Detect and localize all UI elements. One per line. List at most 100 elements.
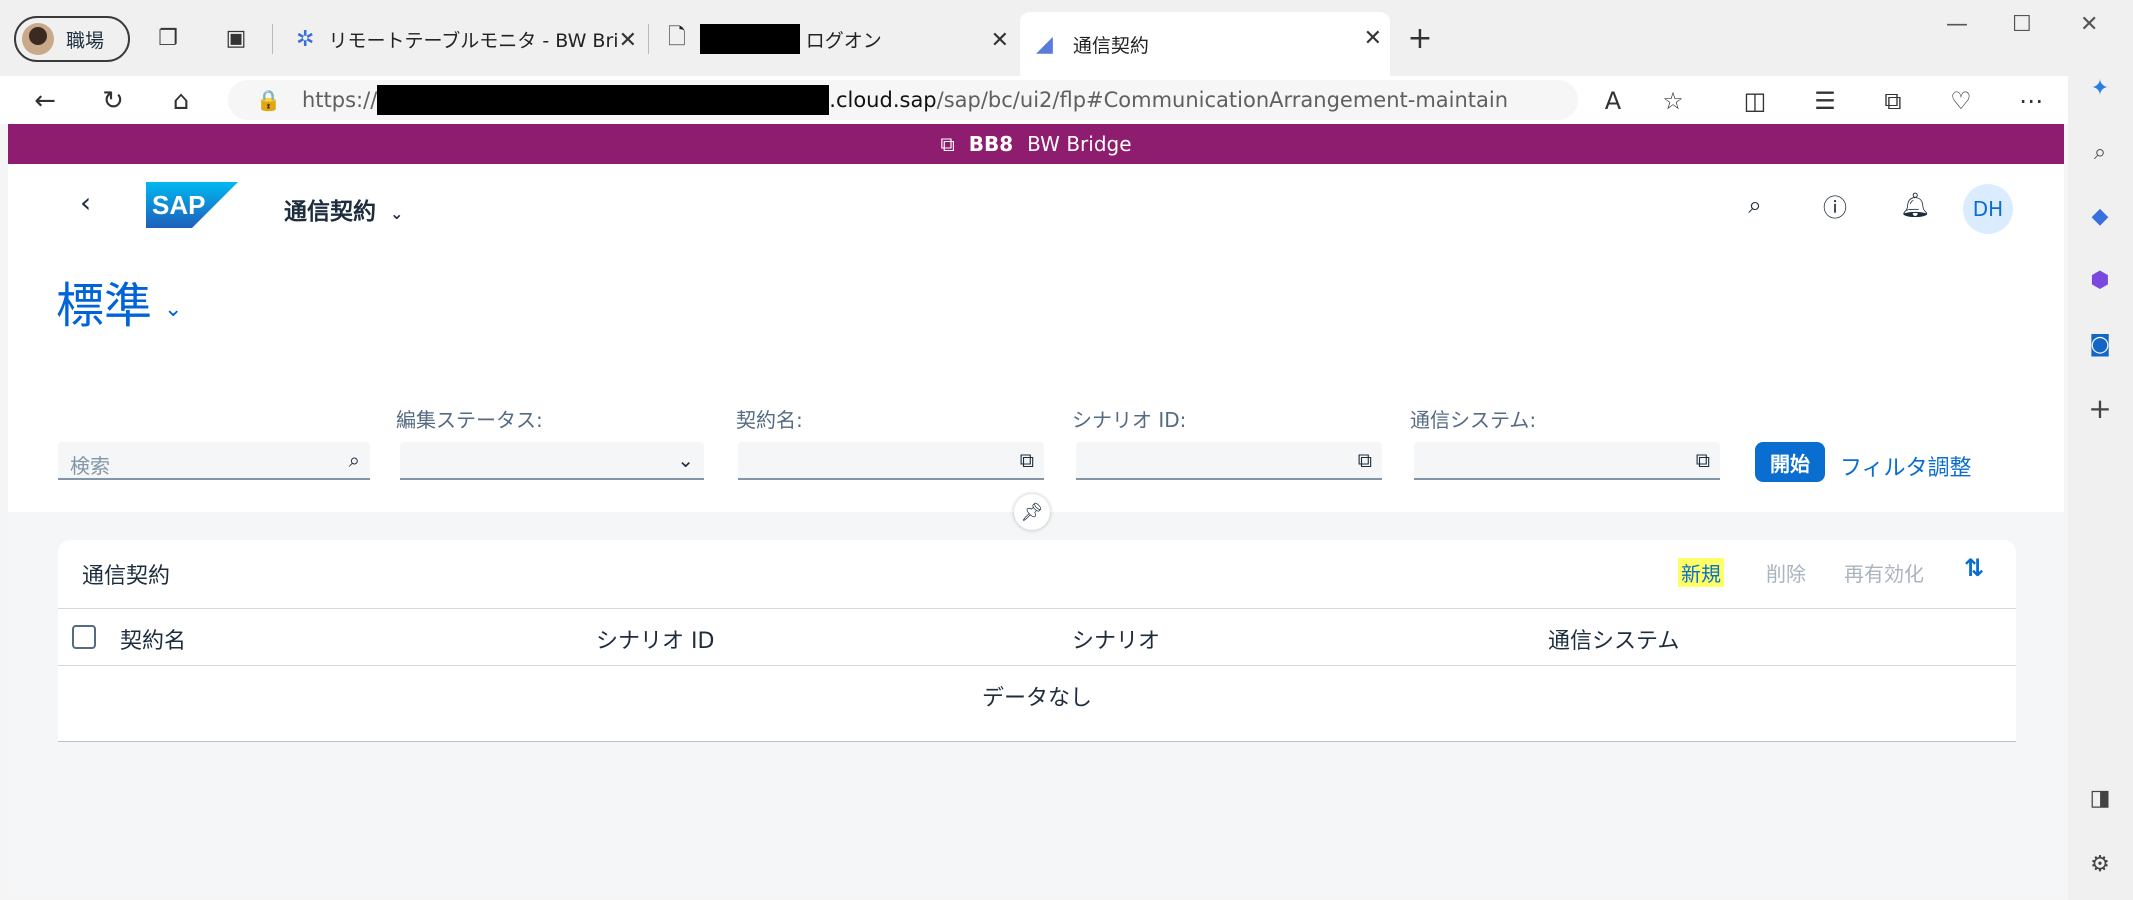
vertical-tabs-icon[interactable]: ▣ [220, 22, 252, 54]
add-sidebar-app-icon[interactable]: + [2084, 392, 2116, 425]
reactivate-button[interactable]: 再有効化 [1844, 558, 1924, 587]
help-icon[interactable]: ⓘ [1818, 188, 1852, 222]
tab-communication-arrangement[interactable]: ◢ 通信契約 ✕ [1020, 12, 1390, 76]
column-header[interactable]: シナリオ [1072, 623, 1160, 655]
search-icon[interactable]: ⌕ [1738, 188, 1772, 222]
collections-icon[interactable]: ⧉ [1876, 84, 1910, 118]
edge-sidebar: ✦ ⌕ ◆ ⬢ ◙ + ◨ ⚙ [2068, 76, 2133, 900]
tab-label: リモートテーブルモニタ - BW Bridge (S [328, 29, 619, 52]
shell-bar: ‹ SAP 通信契約 ⌄ ⌕ ⓘ 🔔︎ DH [8, 164, 2064, 246]
read-aloud-icon[interactable]: A [1596, 84, 1630, 118]
tab-separator [648, 24, 649, 54]
workspaces-icon[interactable]: ❐ [152, 22, 184, 54]
refresh-icon[interactable]: ↻ [96, 84, 130, 118]
arrangement-name-label: 契約名: [736, 408, 803, 432]
minimize-icon[interactable]: — [1946, 12, 1968, 37]
search-input[interactable]: 検索 ⌕ [58, 442, 370, 480]
favorites-list-icon[interactable]: ☰ [1808, 84, 1842, 118]
no-data-text: データなし [981, 686, 1092, 711]
comm-system-label: 通信システム: [1410, 408, 1537, 432]
tab-label: 通信契約 [1072, 34, 1149, 57]
chevron-down-icon: ⌄ [390, 204, 404, 223]
maximize-icon[interactable]: ☐ [2012, 12, 2032, 37]
sidebar-search-icon[interactable]: ⌕ [2084, 136, 2116, 168]
user-avatar[interactable]: DH [1963, 184, 2013, 234]
value-help-icon[interactable]: ⧉ [1358, 448, 1372, 472]
system-icon: ⧉ [940, 132, 955, 156]
more-icon[interactable]: ⋯ [2014, 84, 2048, 118]
adapt-filters-link[interactable]: フィルタ調整 [1840, 450, 1972, 482]
close-icon[interactable]: ✕ [991, 28, 1009, 53]
profile-label: 職場 [66, 29, 105, 52]
chevron-down-icon: ⌄ [677, 448, 694, 472]
edit-status-select[interactable]: ⌄ [400, 442, 704, 480]
go-button[interactable]: 開始 [1755, 442, 1825, 482]
tab-remote-table-monitor[interactable]: ✲ リモートテーブルモニタ - BW Bridge (S ✕ [280, 14, 645, 64]
back-arrow-icon[interactable]: ← [28, 84, 62, 118]
select-all-checkbox[interactable] [72, 625, 96, 649]
close-icon[interactable]: ✕ [619, 28, 637, 53]
address-bar[interactable]: 🔒 https:// .cloud.sap /sap/bc/ui2/flp#Co… [228, 80, 1578, 120]
back-icon[interactable]: ‹ [80, 186, 91, 219]
variant-name: 標準 [56, 278, 153, 334]
favorite-icon[interactable]: ☆ [1656, 84, 1690, 118]
delete-button[interactable]: 削除 [1766, 558, 1806, 587]
microsoft365-icon[interactable]: ⬢ [2084, 264, 2116, 296]
app-favicon-icon: ◢ [1036, 31, 1053, 57]
value-help-icon[interactable]: ⧉ [1696, 448, 1710, 472]
shopping-icon[interactable]: ◆ [2084, 200, 2116, 232]
app-title-menu[interactable]: 通信契約 ⌄ [284, 192, 403, 226]
profile-avatar [22, 23, 54, 55]
tab-separator [272, 24, 273, 54]
split-screen-icon[interactable]: ◫ [1738, 84, 1772, 118]
tab-bar: 職場 ❐ ▣ ✲ リモートテーブルモニタ - BW Bridge (S ✕ 🗋 … [0, 0, 2133, 76]
hide-sidebar-icon[interactable]: ◨ [2084, 782, 2116, 814]
url-prefix: https:// [302, 88, 378, 112]
close-icon[interactable]: ✕ [1364, 26, 1382, 51]
app-title: 通信契約 [284, 199, 376, 225]
variant-selector[interactable]: 標準 ⌄ [56, 266, 182, 336]
arrangements-table: 通信契約 新規 削除 再有効化 ⇅ 契約名 シナリオ ID シナリオ 通信システ… [58, 540, 2016, 742]
bell-icon[interactable]: 🔔︎ [1898, 188, 1932, 222]
column-header[interactable]: シナリオ ID [596, 623, 714, 655]
tab-label: ログオン [805, 29, 882, 52]
svg-text:SAP: SAP [152, 190, 205, 220]
sort-icon[interactable]: ⇅ [1964, 554, 1984, 582]
page-icon: 🗋 [668, 25, 686, 50]
url-path: /sap/bc/ui2/flp#CommunicationArrangement… [936, 88, 1509, 112]
column-header[interactable]: 契約名 [120, 623, 186, 655]
lock-icon: 🔒 [256, 88, 281, 112]
edit-status-label: 編集ステータス: [396, 408, 543, 432]
browser-window: 職場 ❐ ▣ ✲ リモートテーブルモニタ - BW Bridge (S ✕ 🗋 … [0, 0, 2133, 900]
table-header-row: 契約名 シナリオ ID シナリオ 通信システム [58, 608, 2016, 666]
env-name: BW Bridge [1027, 132, 1132, 156]
redacted-block [699, 24, 800, 54]
copilot-icon[interactable]: ✦ [2084, 72, 2116, 104]
value-help-icon[interactable]: ⧉ [1020, 448, 1034, 472]
pin-icon[interactable]: 📌︎ [1014, 494, 1050, 530]
scenario-id-field[interactable]: ⧉ [1076, 442, 1382, 480]
sap-fiori-app: ⧉ BB8 BW Bridge ‹ SAP 通信契約 ⌄ ⌕ ⓘ 🔔︎ DH 標… [8, 124, 2064, 894]
bw-favicon-icon: ✲ [296, 26, 315, 52]
new-tab-button[interactable]: + [1404, 21, 1436, 56]
redacted-host [377, 85, 830, 115]
env-id: BB8 [968, 132, 1014, 156]
outlook-icon[interactable]: ◙ [2084, 328, 2116, 360]
comm-system-field[interactable]: ⧉ [1414, 442, 1720, 480]
arrangement-name-field[interactable]: ⧉ [738, 442, 1044, 480]
table-title: 通信契約 [82, 564, 171, 589]
search-icon[interactable]: ⌕ [349, 448, 360, 472]
health-icon[interactable]: ♡ [1944, 84, 1978, 118]
new-button[interactable]: 新規 [1678, 558, 1724, 587]
filter-header: 標準 ⌄ 検索 ⌕ 編集ステータス: ⌄ 契約名: ⧉ シナリオ ID: ⧉ 通信… [8, 246, 2064, 512]
close-window-icon[interactable]: ✕ [2080, 12, 2098, 37]
environment-banner: ⧉ BB8 BW Bridge [8, 124, 2064, 164]
settings-icon[interactable]: ⚙ [2084, 848, 2116, 880]
tab-logon[interactable]: 🗋 ログオン ✕ [652, 14, 1017, 64]
sap-logo[interactable]: SAP [146, 182, 238, 228]
search-placeholder: 検索 [70, 454, 110, 478]
home-icon[interactable]: ⌂ [164, 84, 198, 118]
url-host: .cloud.sap [829, 88, 937, 112]
column-header[interactable]: 通信システム [1548, 623, 1679, 655]
profile-button[interactable]: 職場 [14, 16, 130, 62]
